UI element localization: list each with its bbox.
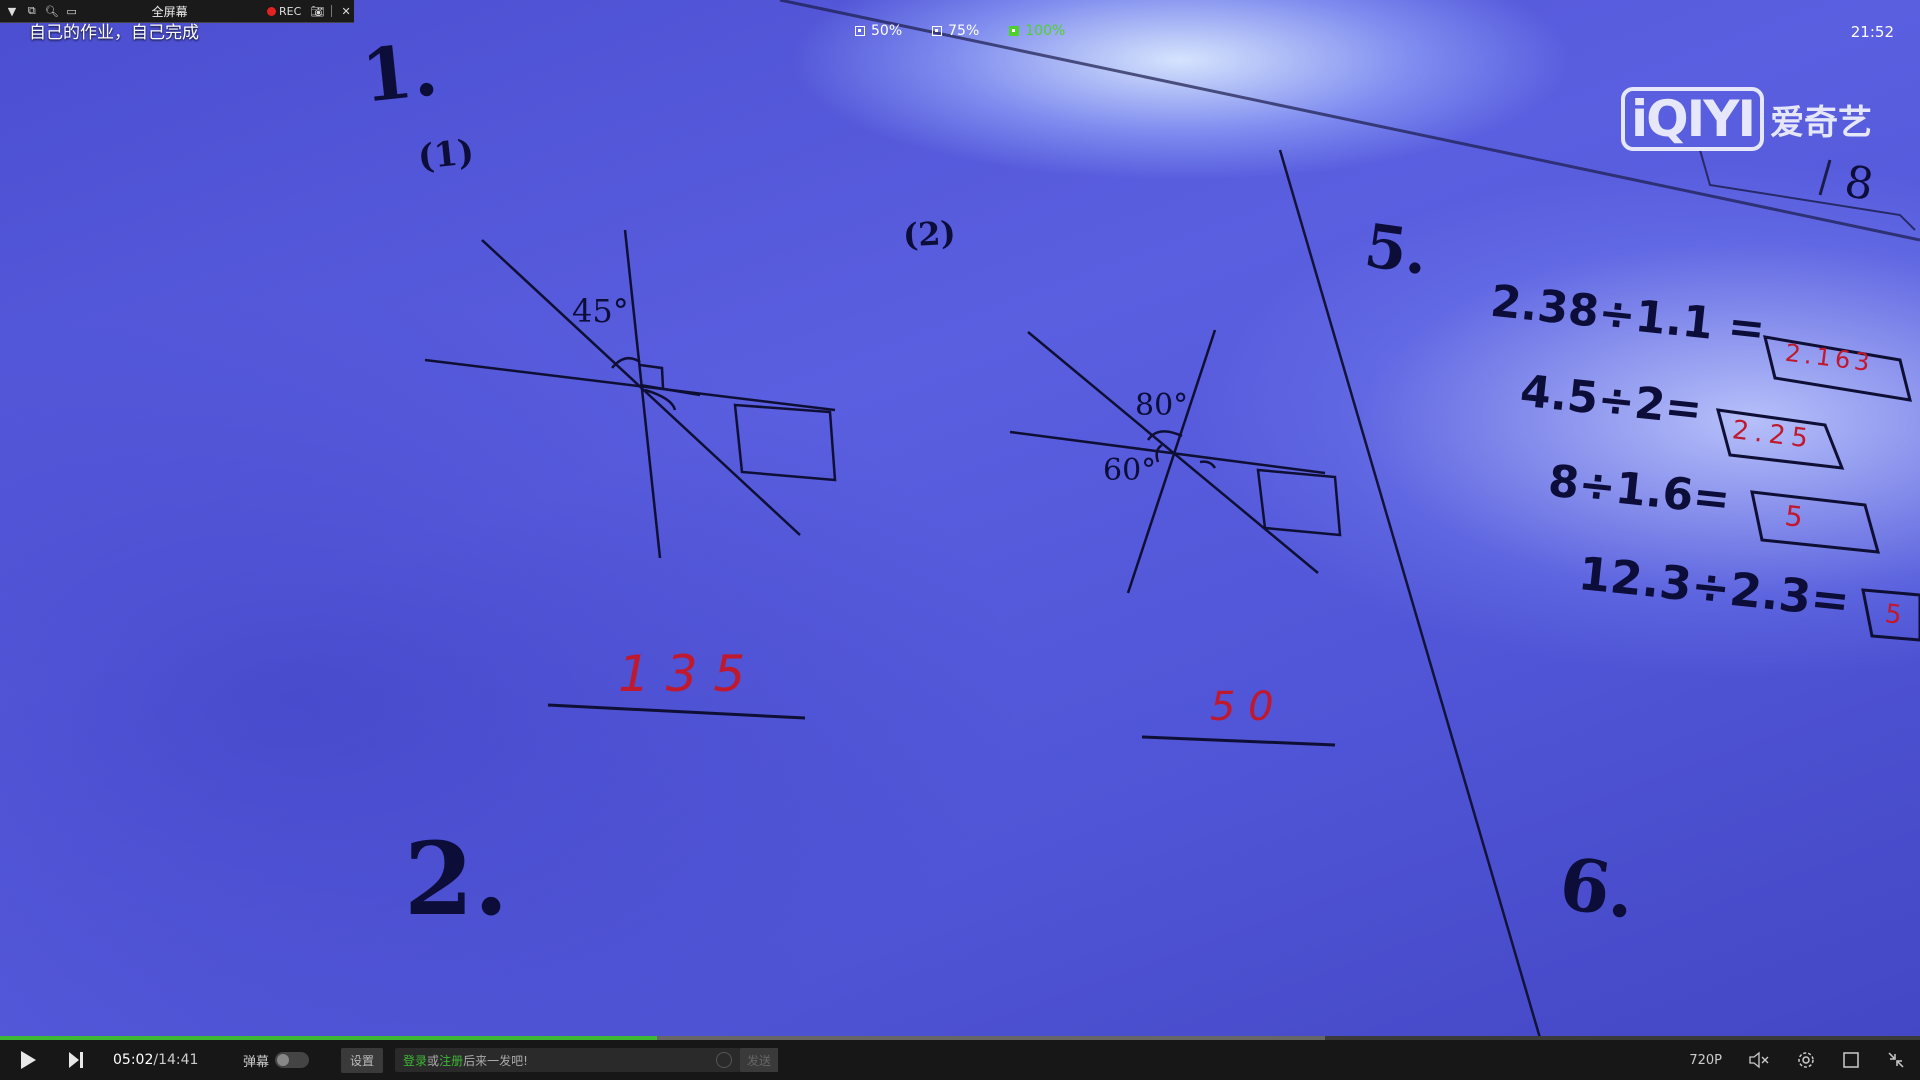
video-frame[interactable]: 1. (1) (2) 45° 80° 60° 1 3 5 5 0 2. 5. 6… <box>0 0 1920 1038</box>
quality-box-icon <box>855 26 865 36</box>
emoji-icon[interactable] <box>716 1052 733 1068</box>
skip-next-icon <box>69 1052 83 1068</box>
send-button[interactable]: 发送 <box>740 1048 779 1072</box>
zoom-icon[interactable]: 🔍︎ <box>44 3 60 19</box>
resolution-button[interactable]: 720P <box>1689 1053 1722 1068</box>
close-icon[interactable]: ✕ <box>338 3 354 19</box>
window-select-icon[interactable]: ▭ <box>64 3 80 19</box>
angle-80-label: 80° <box>1135 388 1189 423</box>
danmaku-toggle[interactable] <box>275 1052 310 1068</box>
danmaku-input[interactable]: 登录 或 注册 后来一发吧! <box>395 1048 741 1072</box>
iqiyi-logo-mark: iQIYI <box>1621 87 1765 151</box>
divider <box>331 5 333 17</box>
fullscreen-mode-label[interactable]: 全屏幕 <box>152 3 231 20</box>
current-time: 05:02 <box>113 1052 154 1068</box>
player-controls: 05:02/14:41 弹幕 设置 登录 或 注册 后来一发吧! 发送 720P <box>0 1040 1920 1080</box>
settings-button[interactable] <box>1796 1050 1816 1070</box>
answer-1-handwritten: 1 3 5 <box>618 645 746 703</box>
camera-icon[interactable]: 📷︎ <box>309 3 325 19</box>
iqiyi-logo: iQIYI 爱奇艺 <box>1621 87 1872 151</box>
section-2-number: 2. <box>404 820 509 938</box>
answer-2-handwritten: 5 0 <box>1210 684 1274 730</box>
video-title: 自己的作业，自己完成 <box>29 23 199 43</box>
play-icon <box>21 1051 36 1069</box>
quality-option-75[interactable]: 75% <box>932 23 979 39</box>
exit-fullscreen-button[interactable] <box>1886 1050 1906 1070</box>
play-button[interactable] <box>16 1048 40 1072</box>
clock: 21:52 <box>1850 23 1894 41</box>
window-icon <box>1843 1052 1859 1068</box>
quality-selector: 50% 75% 100% <box>855 23 1065 39</box>
quality-option-label: 100% <box>1025 23 1066 39</box>
part-1-label: (1) <box>416 132 476 178</box>
danmaku-label: 弹幕 <box>243 1054 270 1070</box>
or-text: 或 <box>427 1053 440 1068</box>
next-button[interactable] <box>64 1048 88 1072</box>
time-display: 05:02/14:41 <box>113 1052 213 1068</box>
record-dot-icon <box>266 6 276 16</box>
login-link[interactable]: 登录 <box>403 1052 427 1069</box>
quality-box-icon <box>1009 26 1020 36</box>
section-1-number: 1. <box>357 26 442 119</box>
dropdown-arrow-icon[interactable]: ▼ <box>4 3 20 19</box>
quality-option-label: 75% <box>948 23 980 39</box>
prompt-text: 后来一发吧! <box>463 1053 528 1068</box>
exit-fullscreen-icon <box>1888 1052 1904 1068</box>
quality-option-label: 50% <box>871 23 903 39</box>
angle-45-label: 45° <box>572 292 629 330</box>
quality-box-icon <box>932 26 943 36</box>
quality-option-50[interactable]: 50% <box>855 23 902 39</box>
right-controls: 720P <box>1689 1040 1906 1080</box>
figure-1 <box>424 229 837 559</box>
quality-option-100[interactable]: 100% <box>1009 23 1065 39</box>
iqiyi-logo-text: 爱奇艺 <box>1770 102 1873 143</box>
window-mode-button[interactable] <box>1842 1051 1860 1069</box>
total-time: /14:41 <box>153 1052 199 1068</box>
part-2-label: (2) <box>902 213 957 255</box>
section-6-number: 6. <box>1554 840 1641 935</box>
screen: 1. (1) (2) 45° 80° 60° 1 3 5 5 0 2. 5. 6… <box>0 0 1920 1080</box>
angle-60-label: 60° <box>1103 453 1157 488</box>
mute-button[interactable] <box>1748 1051 1770 1069</box>
register-link[interactable]: 注册 <box>439 1052 463 1069</box>
restore-window-icon[interactable]: ⧉ <box>24 3 40 19</box>
rec-label: REC <box>278 4 302 18</box>
gear-icon <box>1798 1052 1814 1068</box>
danmaku-settings-button[interactable]: 设置 <box>341 1047 384 1073</box>
rec-button[interactable]: REC <box>266 4 302 18</box>
volume-muted-icon <box>1749 1051 1769 1069</box>
figure-2 <box>1009 329 1342 594</box>
section-5-number: 5. <box>1360 210 1433 290</box>
